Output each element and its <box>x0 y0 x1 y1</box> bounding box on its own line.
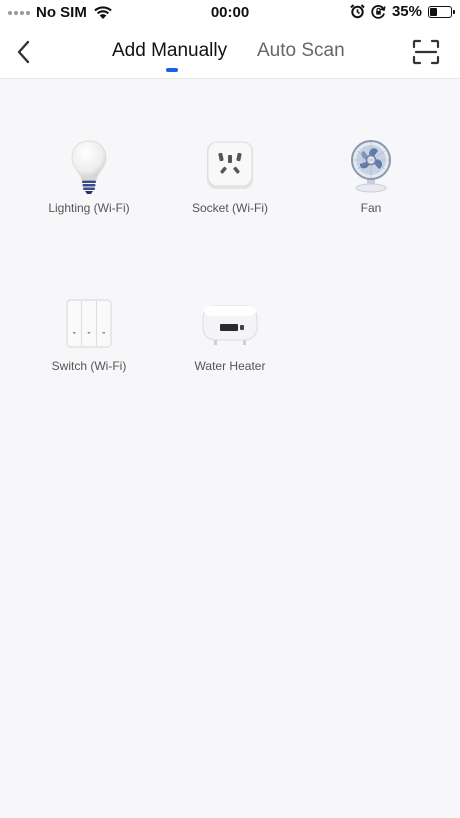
scan-frame-icon <box>412 39 440 65</box>
battery-fill <box>430 7 437 16</box>
device-socket[interactable]: Socket (Wi-Fi) <box>160 139 300 249</box>
tab-add-manually[interactable]: Add Manually <box>112 40 227 62</box>
battery-percent: 35% <box>391 3 422 20</box>
scan-button[interactable] <box>412 39 440 65</box>
wall-switch-icon <box>63 297 115 353</box>
device-switch[interactable]: Switch (Wi-Fi) <box>19 297 159 407</box>
device-fan[interactable]: Fan <box>301 139 441 249</box>
device-label: Water Heater <box>194 359 266 373</box>
device-label: Lighting (Wi-Fi) <box>48 201 130 215</box>
water-heater-icon <box>200 297 260 353</box>
device-label: Socket (Wi-Fi) <box>192 201 268 215</box>
socket-icon <box>204 139 256 195</box>
status-right: 35% <box>350 3 455 20</box>
battery-icon <box>428 5 455 18</box>
device-grid: Lighting (Wi-Fi) Socket (Wi-Fi) Fan Swit… <box>0 79 460 818</box>
rotation-lock-icon <box>371 5 386 19</box>
device-label: Switch (Wi-Fi) <box>51 359 127 373</box>
back-button[interactable] <box>12 38 36 66</box>
active-tab-indicator <box>166 68 178 72</box>
light-bulb-icon <box>63 139 115 195</box>
alarm-icon <box>350 4 365 19</box>
device-lighting[interactable]: Lighting (Wi-Fi) <box>19 139 159 249</box>
status-bar: No SIM 00:00 35% <box>0 0 460 26</box>
chevron-left-icon <box>17 40 30 64</box>
nav-header: Add Manually Auto Scan <box>0 26 460 79</box>
device-label: Fan <box>360 201 382 215</box>
device-water-heater[interactable]: Water Heater <box>160 297 300 407</box>
tab-auto-scan[interactable]: Auto Scan <box>257 40 345 62</box>
fan-icon <box>345 139 397 195</box>
